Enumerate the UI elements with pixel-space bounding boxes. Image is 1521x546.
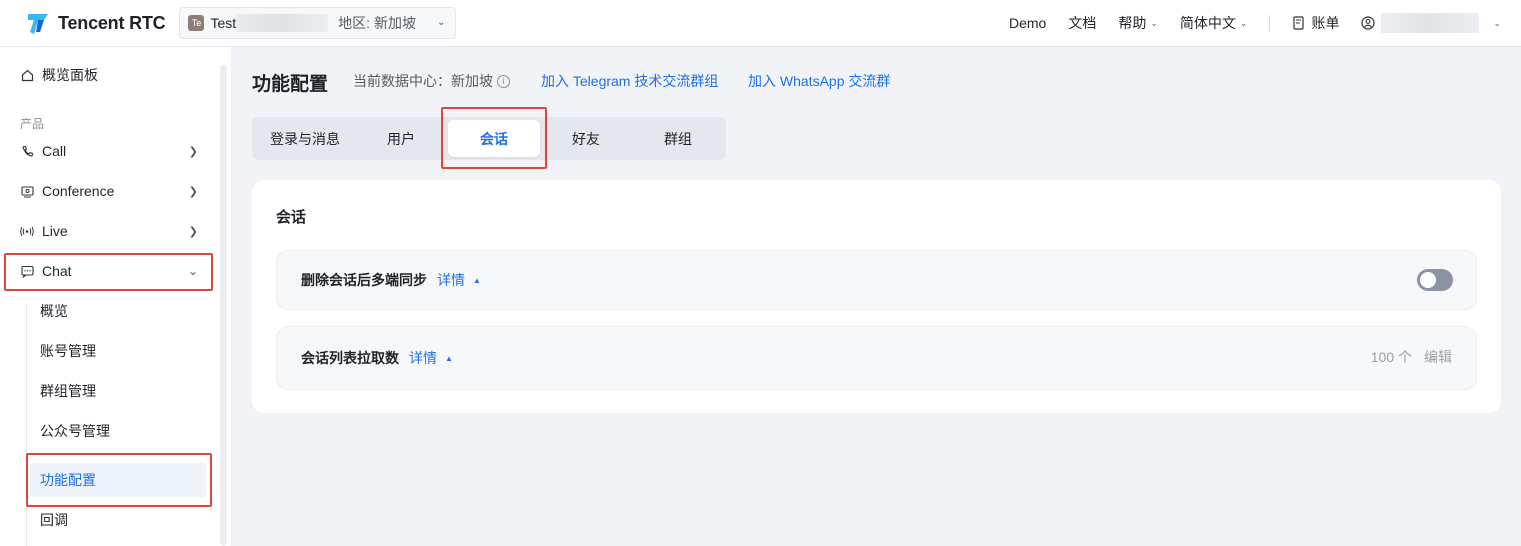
highlight-box-conversations-tab: [441, 107, 547, 169]
section-label: 产品: [20, 117, 45, 131]
tab-friends[interactable]: 好友: [540, 117, 632, 160]
home-icon: [20, 68, 34, 82]
info-icon[interactable]: i: [497, 74, 510, 88]
chevron-down-icon: ⌄: [437, 17, 446, 28]
language-menu[interactable]: 简体中文 ⌄: [1180, 13, 1248, 33]
sidebar-item-label: Live: [42, 223, 68, 239]
page-title: 功能配置: [252, 74, 329, 95]
setting-label: 删除会话后多端同步: [301, 272, 427, 288]
sidebar-scrollbar[interactable]: [220, 65, 227, 546]
details-label: 详情: [437, 272, 465, 288]
sidebar-item-call[interactable]: Call ❯: [8, 133, 210, 169]
highlight-box-chat: [4, 253, 213, 291]
sidebar-item-label: Call: [42, 143, 67, 159]
main-content: 功能配置 当前数据中心：新加坡 i 加入 Telegram 技术交流群组 加入 …: [232, 47, 1521, 546]
bill-icon: [1293, 16, 1305, 30]
tab-groups[interactable]: 群组: [632, 117, 724, 160]
details-toggle[interactable]: 详情 ▲: [409, 348, 453, 368]
chevron-down-icon: ⌄: [1239, 17, 1248, 28]
sidebar: 概览面板 产品 Call ❯ Conference ❯ Live ❯ Chat …: [0, 47, 232, 546]
caret-up-icon: ▲: [445, 353, 453, 363]
app-avatar: Te: [188, 15, 205, 31]
sidebar-subitem-overview[interactable]: 概览: [30, 294, 206, 328]
app-name: Test: [210, 15, 237, 31]
divider: [1269, 15, 1271, 31]
sidebar-item-overview[interactable]: 概览面板: [8, 57, 210, 93]
data-center-info: 当前数据中心：新加坡 i: [353, 71, 510, 91]
sidebar-item-conference[interactable]: Conference ❯: [8, 173, 210, 209]
tab-users[interactable]: 用户: [358, 117, 444, 160]
sync-toggle-switch[interactable]: [1417, 269, 1453, 291]
caret-up-icon: ▲: [473, 275, 481, 285]
app-region: 地区: 新加坡: [338, 15, 416, 31]
setting-row-multi-device-sync: 删除会话后多端同步 详情 ▲: [276, 250, 1477, 310]
sidebar-item-live[interactable]: Live ❯: [8, 213, 210, 249]
app-selector[interactable]: Te Test 地区: 新加坡 ⌄: [179, 7, 457, 39]
phone-icon: [20, 144, 34, 158]
tencent-rtc-logo-icon: [26, 10, 52, 36]
toggle-knob: [1420, 272, 1436, 288]
card-title: 会话: [276, 209, 307, 226]
docs-link[interactable]: 文档: [1068, 13, 1096, 33]
submenu-guide-line: [26, 305, 27, 546]
username-redacted: [1381, 13, 1480, 33]
chevron-right-icon: ❯: [188, 185, 198, 198]
sidebar-subitem-groups[interactable]: 群组管理: [30, 374, 206, 408]
demo-link[interactable]: Demo: [1009, 15, 1046, 31]
chevron-down-icon: ⌄: [1150, 17, 1158, 28]
tab-login-messages[interactable]: 登录与消息: [252, 117, 358, 160]
sidebar-subitem-official-accounts[interactable]: 公众号管理: [30, 414, 206, 448]
highlight-box-feature-config: [26, 453, 212, 507]
setting-value: 100 个: [1370, 349, 1412, 365]
conference-icon: [20, 184, 34, 198]
sidebar-item-label: Conference: [42, 183, 115, 199]
language-label: 简体中文: [1179, 15, 1236, 31]
top-right-nav: Demo 文档 帮助 ⌄ 简体中文 ⌄ 账单 ⌄: [987, 0, 1521, 47]
sidebar-subitem-callback[interactable]: 回调: [30, 503, 206, 537]
sidebar-subitem-accounts[interactable]: 账号管理: [30, 334, 206, 368]
chevron-right-icon: ❯: [188, 145, 198, 158]
setting-label: 会话列表拉取数: [301, 350, 399, 366]
live-icon: [20, 224, 34, 238]
brand-logo[interactable]: Tencent RTC: [26, 0, 166, 47]
app-id-redacted: [236, 14, 329, 32]
whatsapp-group-link[interactable]: 加入 WhatsApp 交流群: [748, 71, 890, 91]
billing-link[interactable]: 账单: [1292, 13, 1339, 33]
conversation-settings-card: 会话 删除会话后多端同步 详情 ▲ 会话列表拉取数 详情 ▲ 100 个 编辑: [252, 180, 1501, 413]
edit-button[interactable]: 编辑: [1424, 347, 1452, 367]
chevron-right-icon: ❯: [188, 225, 198, 238]
brand-name: Tencent RTC: [58, 12, 166, 33]
billing-label: 账单: [1311, 15, 1340, 31]
telegram-group-link[interactable]: 加入 Telegram 技术交流群组: [541, 71, 718, 91]
help-menu-label: 帮助: [1118, 15, 1147, 31]
chevron-down-icon: ⌄: [1493, 17, 1501, 28]
details-label: 详情: [409, 350, 437, 366]
details-toggle[interactable]: 详情 ▲: [437, 270, 481, 290]
user-menu[interactable]: ⌄: [1361, 13, 1501, 33]
setting-row-conversation-list-count: 会话列表拉取数 详情 ▲ 100 个 编辑: [276, 326, 1477, 390]
help-menu[interactable]: 帮助 ⌄: [1118, 13, 1158, 33]
data-center-label: 当前数据中心：新加坡: [353, 73, 493, 89]
top-bar: Tencent RTC Te Test 地区: 新加坡 ⌄ Demo 文档 帮助…: [0, 0, 1521, 47]
user-icon: [1361, 16, 1376, 30]
sidebar-item-label: 概览面板: [42, 67, 98, 83]
